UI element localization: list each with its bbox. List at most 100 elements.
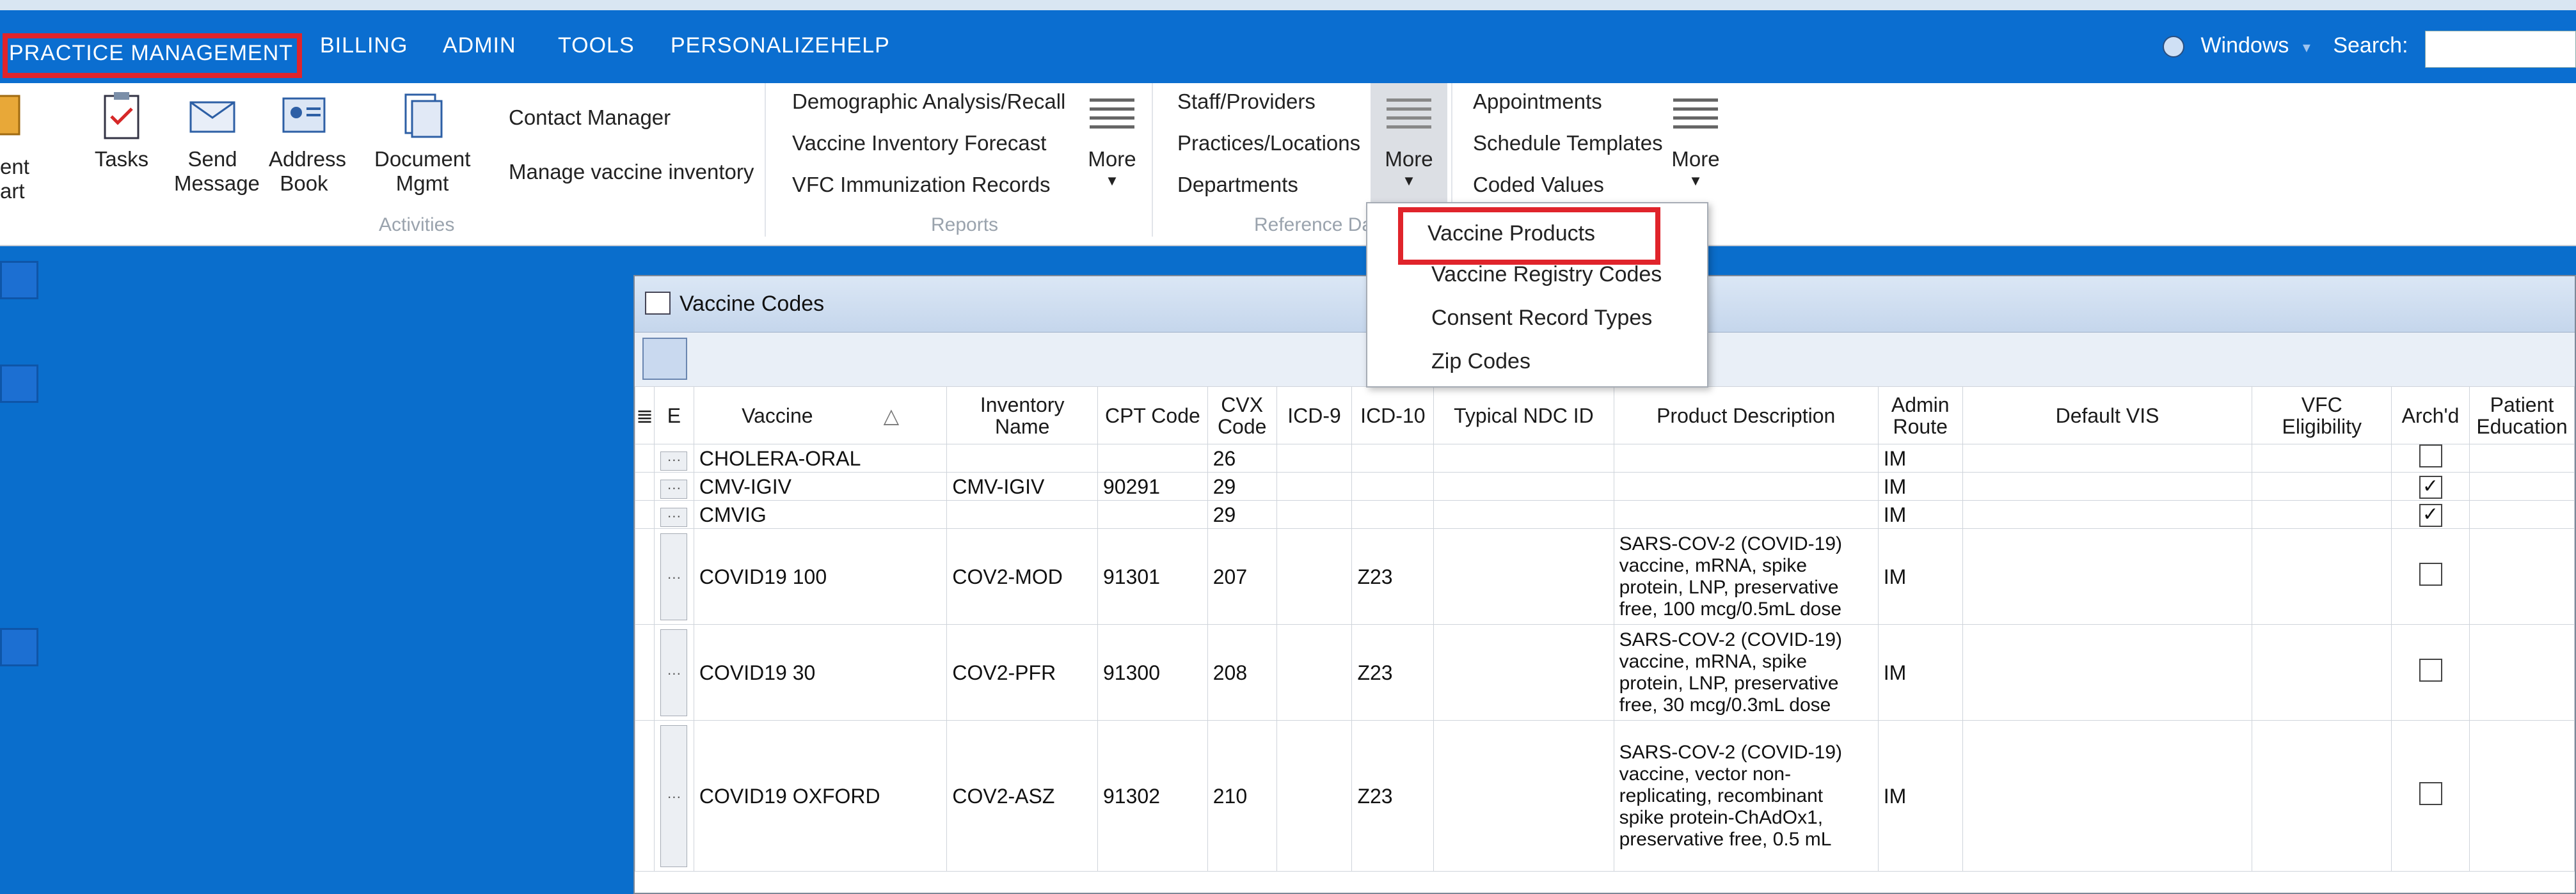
cell-vfc-eligibility[interactable] [2252,444,2392,473]
cell-patient-education[interactable] [2469,444,2575,473]
col-header-icd9[interactable]: ICD-9 [1276,386,1353,444]
vfc-immunization-records-link[interactable]: VFC Immunization Records [792,173,1050,197]
cell-inventory-name[interactable]: COV2-ASZ [946,720,1098,872]
side-panel-tab[interactable] [0,365,38,403]
demographic-analysis-link[interactable]: Demographic Analysis/Recall [792,90,1065,114]
scheduling-more-button[interactable]: More ▼ [1664,96,1728,189]
contact-manager-link[interactable]: Contact Manager [509,106,671,130]
ellipsis-icon[interactable]: ··· [660,533,688,620]
table-row[interactable]: ··· CMV-IGIV CMV-IGIV 90291 29 IM ✓ [635,472,2575,501]
cell-cpt-code[interactable]: 91300 [1097,624,1208,721]
cell-product-description[interactable] [1613,472,1879,501]
checkbox-unchecked[interactable] [2419,563,2442,586]
globe-icon[interactable] [2163,36,2184,58]
cell-cvx-code[interactable]: 29 [1207,500,1277,529]
checkbox-unchecked[interactable] [2419,782,2442,805]
cell-patient-education[interactable] [2469,472,2575,501]
cell-cvx-code[interactable]: 26 [1207,444,1277,473]
cell-patient-education[interactable] [2469,528,2575,625]
table-row[interactable]: ··· CHOLERA-ORAL 26 IM [635,444,2575,473]
cell-admin-route[interactable]: IM [1877,472,1963,501]
cell-product-description[interactable]: SARS-COV-2 (COVID-19) vaccine, vector no… [1613,720,1879,872]
cell-default-vis[interactable] [1962,720,2253,872]
checkbox-checked[interactable]: ✓ [2419,504,2442,527]
tasks-button[interactable]: Tasks [90,90,154,171]
checkbox-unchecked[interactable] [2419,444,2442,467]
menu-personalize[interactable]: PERSONALIZE [671,33,830,58]
table-row[interactable]: ··· COVID19 100 COV2-MOD 91301 207 Z23 SARS-CO… [635,528,2575,625]
cell-vaccine[interactable]: COVID19 OXFORD [693,720,948,872]
cell-typical-ndc[interactable] [1433,720,1614,872]
side-panel-tab[interactable] [0,628,38,666]
staff-providers-link[interactable]: Staff/Providers [1177,90,1316,114]
appointments-link[interactable]: Appointments [1473,90,1602,114]
ellipsis-icon[interactable]: ··· [660,451,688,471]
cell-inventory-name[interactable]: COV2-PFR [946,624,1098,721]
menu-help[interactable]: HELP [831,33,890,58]
cell-icd10[interactable]: Z23 [1351,624,1435,721]
menu-item-consent-record-types[interactable]: Consent Record Types [1431,306,1652,331]
side-panel-tab[interactable] [0,261,38,299]
col-header-product-description[interactable]: Product Description [1613,386,1879,444]
col-header-cvx-code[interactable]: CVX Code [1207,386,1277,444]
windows-dropdown-icon[interactable]: ▾ [2303,39,2310,56]
cell-vfc-eligibility[interactable] [2252,528,2392,625]
cell-icd10[interactable] [1351,472,1435,501]
col-header-cpt-code[interactable]: CPT Code [1097,386,1208,444]
cell-vfc-eligibility[interactable] [2252,500,2392,529]
vaccine-inventory-forecast-link[interactable]: Vaccine Inventory Forecast [792,131,1046,155]
address-book-button[interactable]: Address Book [269,90,346,196]
cell-typical-ndc[interactable] [1433,500,1614,529]
cell-icd9[interactable] [1276,444,1353,473]
col-header-patient-education[interactable]: Patient Education [2469,386,2575,444]
checkbox-checked[interactable]: ✓ [2419,476,2442,499]
cell-cpt-code[interactable] [1097,500,1208,529]
search-input[interactable] [2425,31,2576,68]
cell-icd10[interactable] [1351,444,1435,473]
cell-vaccine[interactable]: CMVIG [693,500,948,529]
cell-patient-education[interactable] [2469,500,2575,529]
departments-link[interactable]: Departments [1177,173,1298,197]
cell-default-vis[interactable] [1962,472,2253,501]
col-header-typical-ndc[interactable]: Typical NDC ID [1433,386,1614,444]
cell-patient-education[interactable] [2469,624,2575,721]
table-row[interactable]: ··· COVID19 30 COV2-PFR 91300 208 Z23 SARS-COV… [635,624,2575,721]
table-row[interactable]: ··· COVID19 OXFORD COV2-ASZ 91302 210 Z23 SARS… [635,720,2575,872]
cell-admin-route[interactable]: IM [1877,500,1963,529]
col-header-admin-route[interactable]: Admin Route [1877,386,1963,444]
col-header-default-vis[interactable]: Default VIS [1962,386,2253,444]
cell-typical-ndc[interactable] [1433,472,1614,501]
col-header-e[interactable]: E [653,386,694,444]
cell-product-description[interactable]: SARS-COV-2 (COVID-19) vaccine, mRNA, spi… [1613,528,1879,625]
cell-vaccine[interactable]: COVID19 100 [693,528,948,625]
cell-cpt-code[interactable] [1097,444,1208,473]
cell-product-description[interactable] [1613,444,1879,473]
cell-default-vis[interactable] [1962,444,2253,473]
cell-admin-route[interactable]: IM [1877,720,1963,872]
reports-more-button[interactable]: More ▼ [1080,96,1144,189]
cell-icd9[interactable] [1276,472,1353,501]
cell-cpt-code[interactable]: 91301 [1097,528,1208,625]
table-row[interactable]: ··· CMVIG 29 IM ✓ [635,500,2575,529]
ellipsis-icon[interactable]: ··· [660,480,688,499]
cell-icd9[interactable] [1276,720,1353,872]
cell-inventory-name[interactable]: CMV-IGIV [946,472,1098,501]
cell-default-vis[interactable] [1962,624,2253,721]
menu-admin[interactable]: ADMIN [443,33,516,58]
cell-icd9[interactable] [1276,624,1353,721]
cell-vaccine[interactable]: COVID19 30 [693,624,948,721]
cell-vfc-eligibility[interactable] [2252,624,2392,721]
menu-item-zip-codes[interactable]: Zip Codes [1431,349,1530,374]
send-message-button[interactable]: Send Message [174,90,260,196]
cell-product-description[interactable]: SARS-COV-2 (COVID-19) vaccine, mRNA, spi… [1613,624,1879,721]
cell-vfc-eligibility[interactable] [2252,720,2392,872]
manage-vaccine-inventory-link[interactable]: Manage vaccine inventory [509,160,754,184]
cell-icd10[interactable]: Z23 [1351,528,1435,625]
cell-inventory-name[interactable] [946,444,1098,473]
schedule-templates-link[interactable]: Schedule Templates [1473,131,1663,155]
cell-icd9[interactable] [1276,528,1353,625]
cell-icd10[interactable]: Z23 [1351,720,1435,872]
cell-vfc-eligibility[interactable] [2252,472,2392,501]
cell-inventory-name[interactable]: COV2-MOD [946,528,1098,625]
cell-icd10[interactable] [1351,500,1435,529]
